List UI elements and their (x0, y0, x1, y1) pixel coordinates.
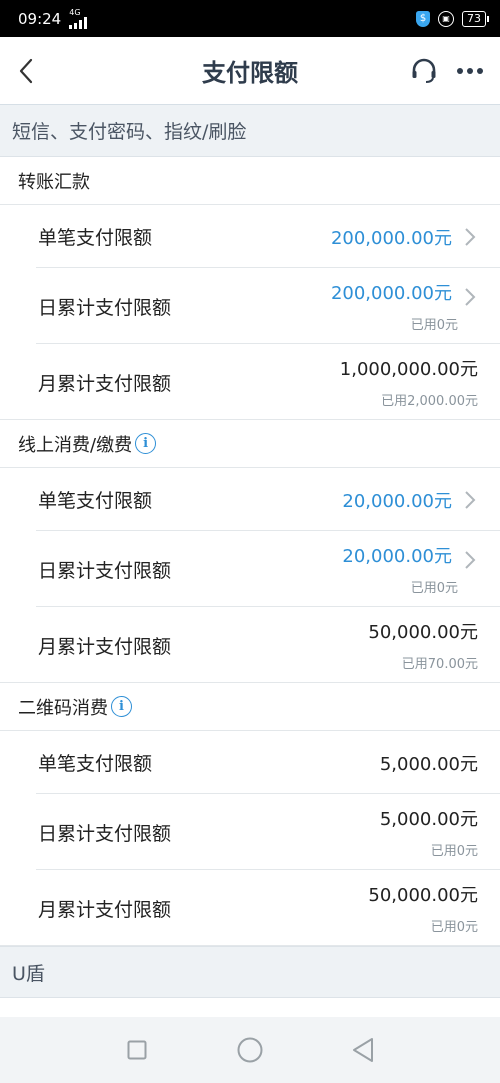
limit-label: 单笔支付限额 (38, 490, 153, 512)
status-bar: 09:24 4G $ ▣ 73 (0, 0, 500, 37)
limit-amount: 50,000.00元 (368, 622, 478, 643)
square-icon (127, 1040, 147, 1060)
limit-amount: 200,000.00元 (330, 227, 452, 249)
chevron-right-icon (464, 490, 478, 510)
section-qr-payment: 二维码消费 i 单笔支付限额 5,000.00元 日累计支付限额 5,000.0… (0, 683, 500, 946)
network-type: 4G (69, 7, 81, 17)
chevron-right-icon (464, 287, 478, 307)
section-title: 转账汇款 (0, 157, 500, 205)
headset-icon (412, 58, 436, 83)
section-title: 二维码消费 i (0, 683, 500, 731)
limit-amount: 5,000.00元 (379, 753, 478, 775)
limit-label: 日累计支付限额 (38, 296, 172, 319)
status-time: 09:24 (18, 9, 62, 28)
used-amount: 已用0元 (430, 844, 478, 859)
limit-label: 月累计支付限额 (38, 898, 172, 921)
back-arrow-icon (19, 58, 33, 84)
limit-label: 单笔支付限额 (38, 227, 153, 249)
shield-icon: $ (416, 10, 430, 27)
limit-row-daily[interactable]: 日累计支付限额 200,000.00元 已用0元 (0, 268, 500, 344)
more-icon (457, 68, 483, 74)
signal-icon (69, 16, 88, 29)
limit-amount: 5,000.00元 (379, 809, 478, 830)
limit-row-daily: 日累计支付限额 5,000.00元 已用0元 (0, 794, 500, 870)
home-button[interactable] (230, 1030, 270, 1070)
section-title: 线上消费/缴费 i (0, 420, 500, 468)
nav-actions (408, 53, 486, 89)
limit-amount: 1,000,000.00元 (339, 359, 478, 380)
limit-label: 月累计支付限额 (38, 372, 172, 395)
used-amount: 已用70.00元 (401, 657, 478, 672)
limit-amount: 20,000.00元 (342, 490, 452, 512)
limit-label: 日累计支付限额 (38, 559, 172, 582)
system-nav-bar (0, 1017, 500, 1083)
limit-row-single: 单笔支付限额 5,000.00元 (0, 731, 500, 794)
limit-label: 单笔支付限额 (38, 753, 153, 775)
section-online-payment: 线上消费/缴费 i 单笔支付限额 20,000.00元 日累计支付限额 20,0… (0, 420, 500, 683)
limit-row-single[interactable]: 单笔支付限额 20,000.00元 (0, 468, 500, 531)
used-amount: 已用0元 (410, 581, 458, 596)
status-left: 09:24 4G (18, 7, 88, 29)
used-amount: 已用0元 (430, 920, 478, 935)
status-right: $ ▣ 73 (416, 10, 489, 27)
limit-amount: 20,000.00元 (342, 546, 452, 567)
limit-label: 日累计支付限额 (38, 822, 172, 845)
limit-row-single[interactable]: 单笔支付限额 200,000.00元 (0, 205, 500, 268)
circle-icon (237, 1037, 263, 1063)
section-transfer: 转账汇款 单笔支付限额 200,000.00元 日累计支付限额 200,000.… (0, 157, 500, 420)
page-title: 支付限额 (202, 59, 298, 87)
info-icon[interactable]: i (111, 696, 132, 717)
limit-row-daily[interactable]: 日累计支付限额 20,000.00元 已用0元 (0, 531, 500, 607)
triangle-back-icon (353, 1038, 374, 1062)
chevron-right-icon (464, 227, 478, 247)
info-icon[interactable]: i (135, 433, 157, 454)
battery-indicator: 73 (462, 10, 489, 27)
limit-amount: 200,000.00元 (330, 283, 452, 304)
back-button[interactable] (8, 53, 44, 89)
limit-row-monthly: 月累计支付限额 50,000.00元 已用70.00元 (0, 607, 500, 683)
limit-row-monthly: 月累计支付限额 1,000,000.00元 已用2,000.00元 (0, 344, 500, 420)
limit-label: 月累计支付限额 (38, 635, 172, 658)
usb-key-section-header: U盾 (0, 946, 500, 998)
used-amount: 已用2,000.00元 (381, 394, 478, 409)
system-back-button[interactable] (343, 1030, 383, 1070)
recent-apps-button[interactable] (117, 1030, 157, 1070)
customer-service-button[interactable] (408, 53, 440, 89)
auth-method-header: 短信、支付密码、指纹/刷脸 (0, 105, 500, 157)
used-amount: 已用0元 (410, 318, 458, 333)
more-button[interactable] (454, 53, 486, 89)
limit-row-monthly: 月累计支付限额 50,000.00元 已用0元 (0, 870, 500, 946)
lock-icon: ▣ (438, 10, 454, 27)
chevron-right-icon (464, 550, 478, 570)
nav-bar: 支付限额 (0, 37, 500, 105)
signal-indicator: 4G (69, 7, 88, 29)
limit-amount: 50,000.00元 (368, 885, 478, 906)
